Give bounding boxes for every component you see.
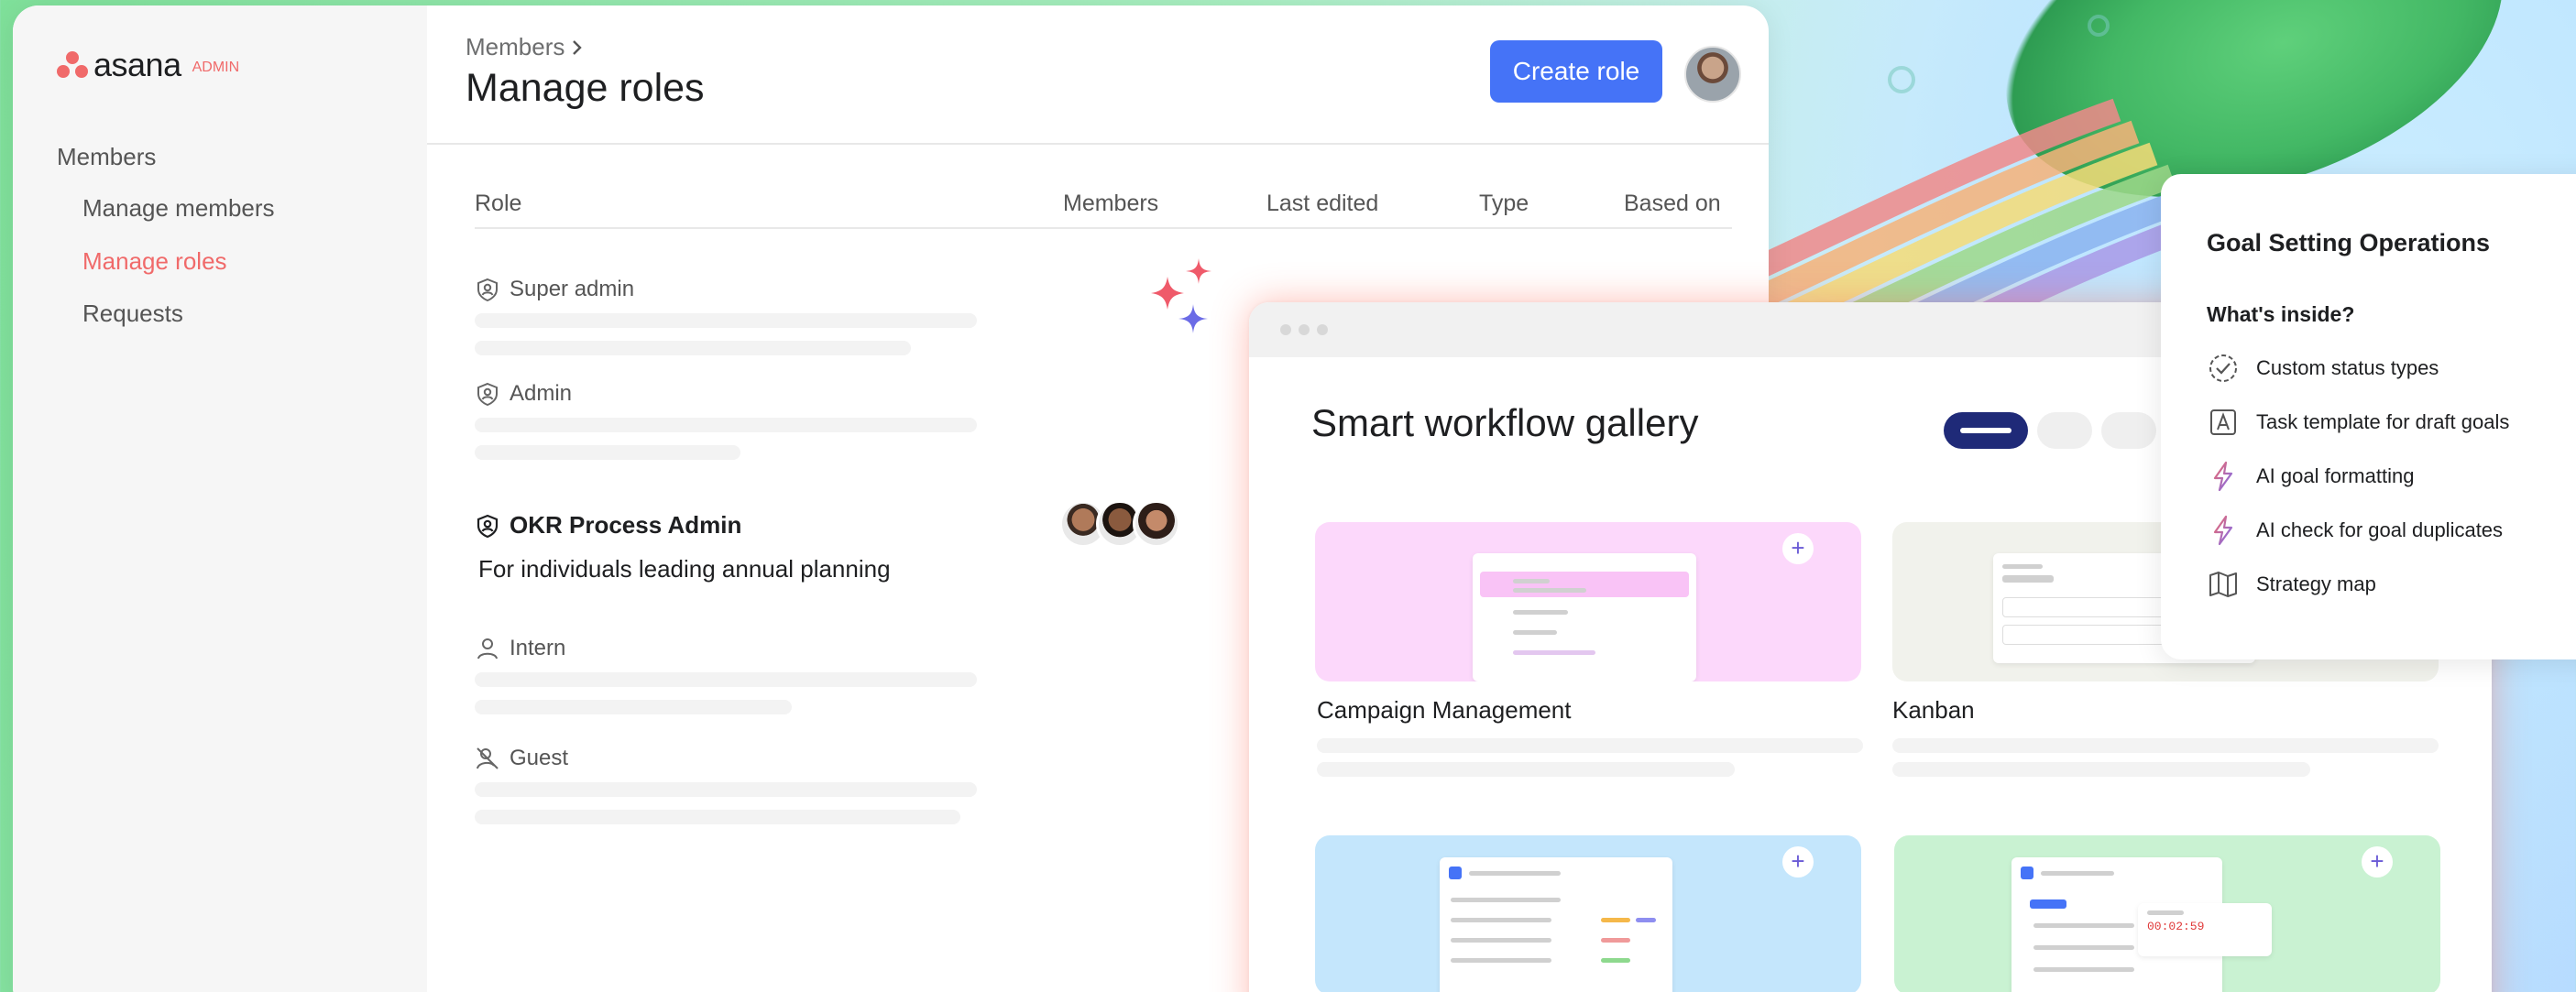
goal-setting-panel: Goal Setting Operations What's inside? C… [2161, 174, 2576, 660]
role-row-okr-process-admin[interactable]: OKR Process Admin [475, 511, 741, 540]
goal-item-ai-formatting[interactable]: AI goal formatting [2207, 460, 2414, 493]
logo-wordmark: asana [93, 46, 181, 83]
map-icon [2209, 572, 2237, 597]
column-header-based-on[interactable]: Based on [1624, 191, 1721, 217]
add-icon[interactable]: + [2362, 846, 2393, 878]
decorative-bubble [2088, 15, 2110, 37]
breadcrumb-members[interactable]: Members [466, 33, 565, 61]
role-row-admin[interactable]: Admin [475, 381, 572, 407]
table-divider [475, 227, 1732, 229]
header-divider [427, 143, 1769, 145]
skeleton-line [1892, 738, 2439, 753]
card-preview [1473, 553, 1696, 681]
add-icon[interactable]: + [1782, 533, 1814, 564]
goal-item-label: Task template for draft goals [2256, 410, 2510, 433]
skeleton-line [1317, 738, 1863, 753]
skeleton-line [1317, 762, 1735, 777]
gallery-filter-pill-active[interactable] [1944, 412, 2028, 449]
column-header-type[interactable]: Type [1479, 191, 1529, 217]
timer-value: 00:02:59 [2147, 920, 2205, 933]
sidebar: asana ADMIN Members Manage members Manag… [13, 5, 427, 992]
sidebar-section-members[interactable]: Members [57, 143, 156, 171]
skeleton-line [1892, 762, 2310, 777]
guest-icon [477, 747, 499, 769]
lightning-icon [2213, 515, 2233, 546]
goal-item-ai-duplicates[interactable]: AI check for goal duplicates [2207, 514, 2503, 547]
gallery-filter-pill[interactable] [2101, 412, 2156, 449]
goal-item-task-template[interactable]: Task template for draft goals [2207, 406, 2509, 439]
column-header-members[interactable]: Members [1063, 191, 1158, 217]
page-title: Manage roles [466, 66, 705, 110]
dashed-check-circle-icon [2209, 354, 2237, 382]
skeleton-line [475, 782, 977, 797]
goal-item-label: Strategy map [2256, 572, 2376, 595]
goal-item-strategy-map[interactable]: Strategy map [2207, 568, 2376, 601]
shield-icon [477, 514, 499, 538]
card-preview [1440, 857, 1672, 992]
role-name: Admin [510, 381, 573, 406]
member-avatars[interactable] [1059, 500, 1180, 548]
member-avatar [1133, 500, 1180, 548]
window-dot [1317, 324, 1328, 335]
skeleton-line [475, 445, 740, 460]
gallery-title: Smart workflow gallery [1311, 401, 1699, 444]
goal-panel-subtitle: What's inside? [2207, 302, 2355, 326]
skeleton-line [475, 418, 977, 432]
template-letter-a-icon [2210, 409, 2236, 435]
skeleton-line [475, 672, 977, 687]
add-icon[interactable]: + [1782, 846, 1814, 878]
lightning-icon [2213, 461, 2233, 492]
role-name: OKR Process Admin [510, 511, 742, 539]
window-dot [1299, 324, 1310, 335]
role-name: Intern [510, 636, 566, 660]
sidebar-item-manage-members[interactable]: Manage members [82, 194, 275, 223]
breadcrumb[interactable]: Members [466, 33, 585, 61]
create-role-button[interactable]: Create role [1490, 40, 1662, 103]
decorative-bubble [1888, 66, 1915, 93]
goal-panel-title: Goal Setting Operations [2207, 229, 2491, 256]
column-header-role[interactable]: Role [475, 191, 521, 217]
role-name: Super admin [510, 277, 635, 301]
skeleton-line [475, 341, 911, 355]
skeleton-line [475, 313, 977, 328]
asana-logo[interactable]: asana ADMIN [57, 46, 239, 84]
shield-icon [477, 278, 498, 302]
skeleton-line [475, 810, 960, 824]
role-row-super-admin[interactable]: Super admin [475, 277, 634, 302]
ai-sparkle-icon [1151, 258, 1211, 333]
sidebar-item-requests[interactable]: Requests [82, 300, 183, 328]
person-icon [477, 638, 498, 660]
card-label: Kanban [1892, 696, 1975, 724]
shield-icon [477, 382, 498, 407]
skeleton-line [475, 700, 792, 714]
timer-popup: 00:02:59 [2138, 903, 2272, 956]
goal-item-label: Custom status types [2256, 356, 2439, 379]
role-row-guest[interactable]: Guest [475, 746, 568, 771]
window-dot [1280, 324, 1291, 335]
asana-logo-icon [57, 51, 88, 79]
workflow-card[interactable]: 00:02:59 + [1894, 835, 2440, 992]
chevron-right-icon [573, 39, 583, 55]
goal-item-custom-status[interactable]: Custom status types [2207, 352, 2439, 385]
admin-badge: ADMIN [192, 60, 240, 75]
gallery-filter-pill[interactable] [2037, 412, 2092, 449]
role-name: Guest [510, 746, 569, 770]
role-row-intern[interactable]: Intern [475, 636, 565, 661]
goal-item-label: AI check for goal duplicates [2256, 518, 2504, 541]
workflow-card-campaign-management[interactable]: + [1315, 522, 1861, 681]
card-label: Campaign Management [1317, 696, 1572, 724]
column-header-last-edited[interactable]: Last edited [1266, 191, 1378, 217]
user-avatar[interactable] [1684, 46, 1741, 103]
goal-item-label: AI goal formatting [2256, 464, 2415, 487]
workflow-card[interactable]: + [1315, 835, 1861, 992]
sidebar-item-manage-roles[interactable]: Manage roles [82, 247, 227, 276]
role-description: For individuals leading annual planning [478, 555, 891, 583]
